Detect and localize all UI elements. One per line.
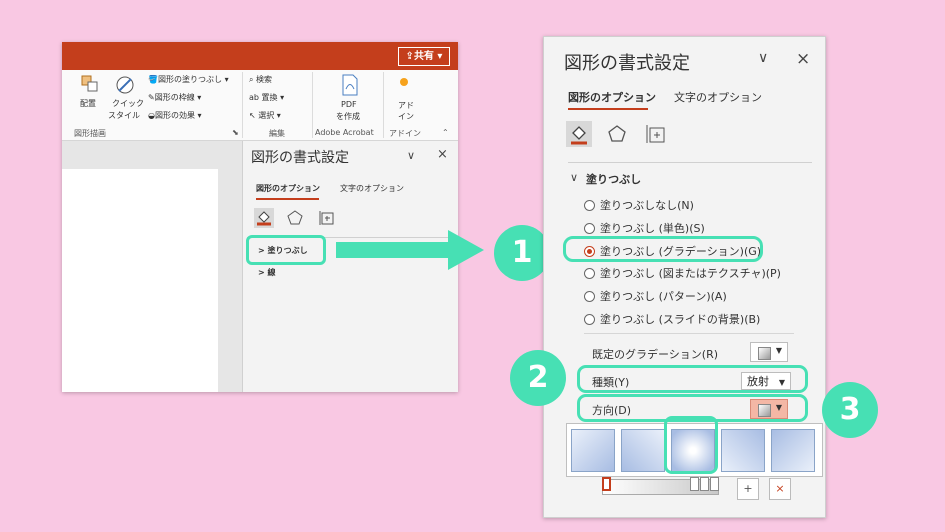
pane-divider (568, 162, 812, 163)
radio-label: 塗りつぶしなし(N) (600, 199, 694, 212)
quick-style-icon (114, 74, 136, 96)
pane-dropdown-icon[interactable]: ∨ (758, 50, 768, 66)
addin-label-1[interactable]: アド (398, 100, 414, 111)
tab-shape-options[interactable]: 図形のオプション (568, 89, 656, 105)
radio-solid-fill[interactable]: 塗りつぶし (単色)(S) (584, 218, 804, 238)
arrow-right-icon (336, 230, 484, 270)
quick-style-label-2[interactable]: スタイル (108, 110, 140, 121)
radio-button[interactable] (584, 268, 595, 279)
dialog-launcher-icon[interactable]: ⬊ (232, 128, 239, 137)
create-pdf-label-2[interactable]: を作成 (336, 111, 360, 122)
highlight-center-direction (664, 416, 718, 474)
ribbon: 配置 クイック スタイル 🪣図形の塗りつぶし ▾ ✎図形の枠線 ▾ ◒図形の効果… (62, 70, 458, 141)
active-tab-underline (256, 198, 319, 200)
addin-label-2[interactable]: イン (398, 111, 414, 122)
caret-down-icon: ▼ (775, 346, 782, 355)
group-drawing-label: 図形描画 (74, 129, 106, 138)
replace-icon: ab (249, 93, 259, 102)
quick-style-label-1[interactable]: クイック (112, 98, 144, 109)
radio-button[interactable] (584, 200, 595, 211)
remove-gradient-stop-icon[interactable]: × (769, 478, 791, 500)
group-edit-label: 編集 (269, 129, 285, 138)
effects-icon: ◒ (148, 111, 155, 120)
radio-button[interactable] (584, 314, 595, 325)
pane-dropdown-icon[interactable]: ∨ (407, 149, 415, 162)
add-gradient-stop-icon[interactable]: + (737, 478, 759, 500)
ribbon-separator (383, 72, 384, 138)
gradient-stop[interactable] (700, 477, 709, 491)
gradient-stop-selected[interactable] (602, 477, 611, 491)
chevron-down-icon[interactable]: ∨ (570, 171, 578, 184)
group-acrobat-label: Adobe Acrobat (315, 128, 374, 137)
slide-canvas-area (62, 141, 242, 392)
shape-fill-button[interactable]: 🪣図形の塗りつぶし ▾ (148, 74, 229, 85)
fill-line-icon[interactable] (254, 208, 274, 228)
radio-label: 塗りつぶし (パターン)(A) (600, 290, 727, 303)
close-icon[interactable]: × (437, 147, 448, 162)
direction-option-1[interactable] (571, 429, 615, 472)
pane-title: 図形の書式設定 (251, 150, 349, 166)
share-icon: ⇪ (405, 51, 414, 62)
effects-pentagon-icon[interactable] (285, 208, 305, 228)
title-bar: ⇪共有 ▾ (62, 42, 458, 70)
ribbon-separator (242, 72, 243, 138)
radio-picture-fill[interactable]: 塗りつぶし (図またはテクスチャ)(P) (584, 263, 804, 283)
pdf-icon (340, 74, 360, 96)
search-icon: ⌕ (249, 75, 254, 84)
preset-gradient-label: 既定のグラデーション(R) (592, 348, 719, 361)
radio-button[interactable] (584, 291, 595, 302)
radio-label: 塗りつぶし (単色)(S) (600, 222, 705, 235)
highlight-fill-section (246, 235, 326, 265)
find-button[interactable]: ⌕ 検索 (249, 74, 272, 85)
radio-slide-background-fill[interactable]: 塗りつぶし (スライドの背景)(B) (584, 309, 804, 329)
section-divider (584, 333, 794, 334)
size-properties-icon[interactable] (643, 121, 669, 147)
highlight-gradient-option (563, 236, 763, 262)
size-properties-icon[interactable] (317, 208, 337, 228)
close-icon[interactable]: × (796, 49, 810, 69)
active-tab-underline (568, 108, 648, 110)
gradient-swatch (758, 347, 771, 360)
callout-number-1: 1 (494, 225, 550, 281)
direction-option-2[interactable] (621, 429, 665, 472)
select-button[interactable]: ↖ 選択 ▾ (249, 110, 281, 121)
replace-button[interactable]: ab 置換 ▾ (249, 92, 284, 103)
slide[interactable] (62, 169, 218, 392)
radio-label: 塗りつぶし (スライドの背景)(B) (600, 313, 761, 326)
pane-title: 図形の書式設定 (564, 53, 690, 74)
callout-number-2: 2 (510, 350, 566, 406)
radio-button[interactable] (584, 223, 595, 234)
group-addin-label: アドイン (389, 129, 421, 138)
tab-text-options[interactable]: 文字のオプション (340, 183, 404, 194)
direction-option-5[interactable] (771, 429, 815, 472)
radio-no-fill[interactable]: 塗りつぶしなし(N) (584, 195, 804, 215)
ribbon-separator (312, 72, 313, 138)
section-fill-title[interactable]: 塗りつぶし (586, 171, 641, 187)
share-button[interactable]: ⇪共有 ▾ (398, 47, 450, 66)
preset-gradient-picker[interactable]: ▼ (750, 342, 788, 362)
paint-bucket-icon: 🪣 (148, 75, 158, 84)
arrange-button[interactable]: 配置 (80, 98, 96, 109)
shape-effects-button[interactable]: ◒図形の効果 ▾ (148, 110, 202, 121)
arrange-icon (80, 74, 100, 94)
gradient-stop[interactable] (690, 477, 699, 491)
highlight-type-row (577, 365, 808, 393)
callout-number-3: 3 (822, 382, 878, 438)
addin-icon (400, 78, 408, 86)
shape-outline-button[interactable]: ✎図形の枠線 ▾ (148, 92, 201, 103)
section-line-collapsed[interactable]: > 線 (258, 267, 276, 278)
create-pdf-label-1[interactable]: PDF (341, 100, 357, 109)
radio-label: 塗りつぶし (図またはテクスチャ)(P) (600, 267, 781, 280)
tab-shape-options[interactable]: 図形のオプション (256, 183, 320, 194)
tab-text-options[interactable]: 文字のオプション (674, 89, 762, 105)
collapse-ribbon-icon[interactable]: ⌃ (442, 128, 449, 137)
fill-line-icon[interactable] (566, 121, 592, 147)
powerpoint-window-screenshot: ⇪共有 ▾ 配置 クイック スタイル 🪣図形の塗りつぶし ▾ ✎図形の枠線 ▾ … (62, 42, 458, 392)
gradient-stop[interactable] (710, 477, 719, 491)
pen-icon: ✎ (148, 93, 155, 102)
cursor-icon: ↖ (249, 111, 256, 120)
radio-pattern-fill[interactable]: 塗りつぶし (パターン)(A) (584, 286, 804, 306)
effects-pentagon-icon[interactable] (604, 121, 630, 147)
direction-option-4[interactable] (721, 429, 765, 472)
